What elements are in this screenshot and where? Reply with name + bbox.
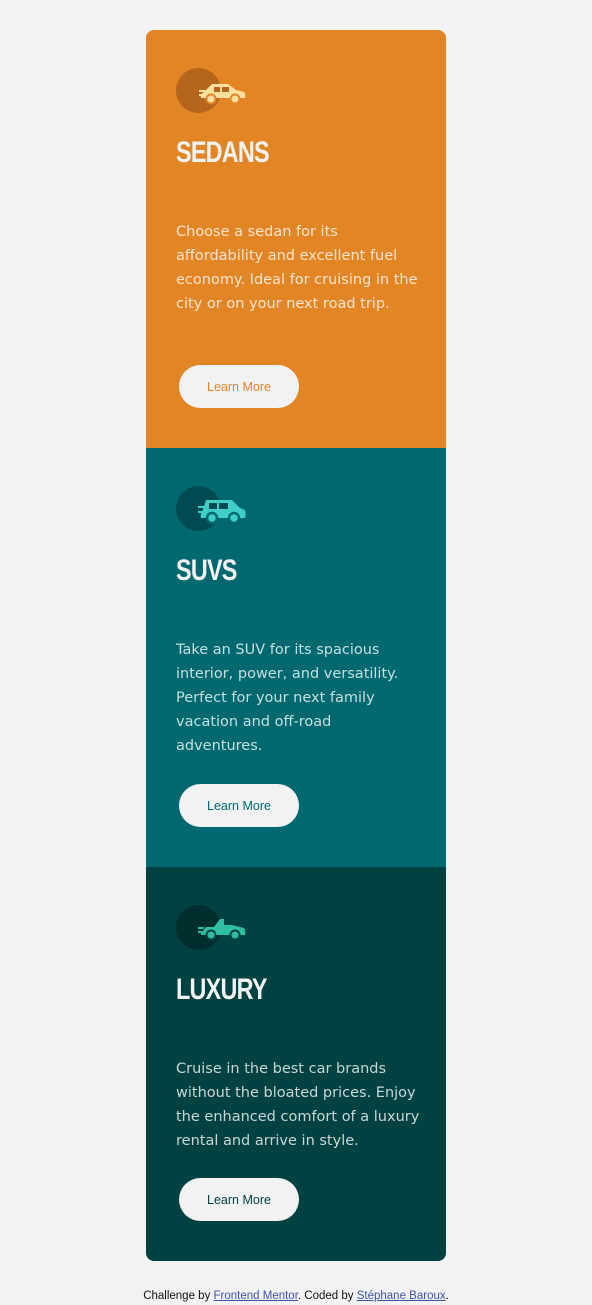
sedan-car-icon [176, 68, 248, 114]
card-title: SEDANS [176, 136, 270, 169]
cards-stack: SEDANS Choose a sedan for its affordabil… [146, 30, 446, 1261]
card-description: Cruise in the best car brands without th… [176, 1061, 420, 1149]
learn-more-button-suvs[interactable]: Learn More [179, 784, 299, 827]
card-description: Choose a sedan for its affordability and… [176, 224, 418, 312]
card-luxury: LUXURY Cruise in the best car brands wit… [146, 867, 446, 1261]
luxury-car-icon [176, 905, 248, 951]
card-title: SUVS [176, 554, 237, 587]
author-link[interactable]: Stéphane Baroux [357, 1290, 446, 1302]
suv-car-icon [176, 486, 248, 532]
attribution-footer: Challenge by Frontend Mentor. Coded by S… [0, 1290, 592, 1302]
card-sedans: SEDANS Choose a sedan for its affordabil… [146, 30, 446, 448]
footer-middle: . Coded by [297, 1290, 357, 1302]
footer-prefix: Challenge by [143, 1290, 214, 1302]
footer-suffix: . [445, 1290, 449, 1302]
frontend-mentor-link[interactable]: Frontend Mentor [214, 1290, 298, 1302]
card-suvs: SUVS Take an SUV for its spacious interi… [146, 448, 446, 867]
learn-more-button-luxury[interactable]: Learn More [179, 1178, 299, 1221]
card-title: LUXURY [176, 973, 267, 1006]
card-description: Take an SUV for its spacious interior, p… [176, 642, 399, 754]
learn-more-button-sedans[interactable]: Learn More [179, 365, 299, 408]
